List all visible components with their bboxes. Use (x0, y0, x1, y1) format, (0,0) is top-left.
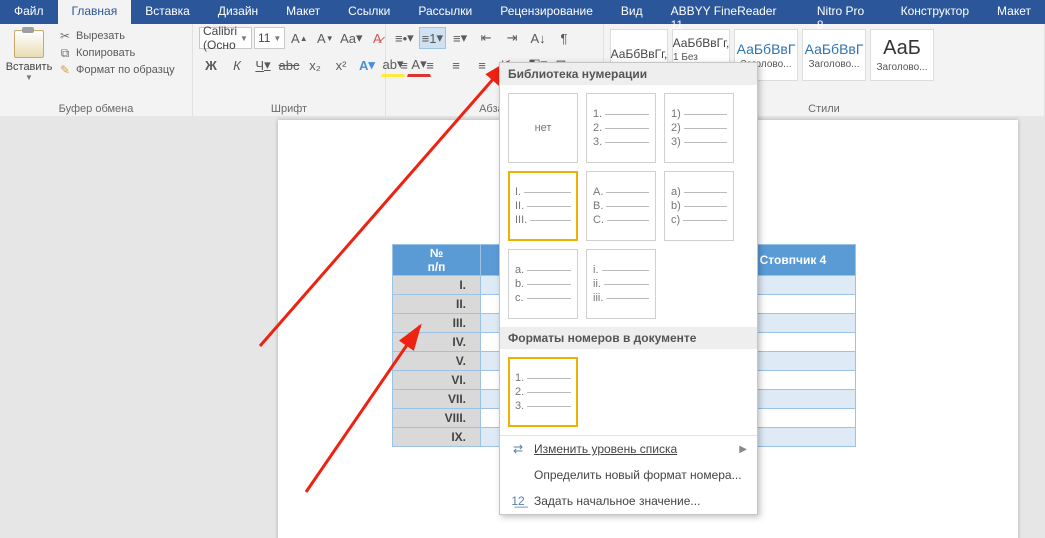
numbering-option[interactable]: 1)2)3) (664, 93, 734, 163)
tab-file[interactable]: Файл (0, 0, 58, 24)
numbering-option-doc[interactable]: 1.2.3. (508, 357, 578, 427)
table-cell-num[interactable]: IX. (393, 428, 481, 447)
tab-layout[interactable]: Макет (272, 0, 334, 24)
tab-construct[interactable]: Конструктор (887, 0, 983, 24)
group-label-font: Шрифт (199, 101, 379, 115)
tab-insert[interactable]: Вставка (131, 0, 204, 24)
cut-button[interactable]: ✂Вырезать (58, 29, 175, 43)
tab-refs[interactable]: Ссылки (334, 0, 404, 24)
table-cell-num[interactable]: VII. (393, 390, 481, 409)
tab-abbyy[interactable]: ABBYY FineReader 11 (657, 0, 803, 24)
align-center-button[interactable]: ≡ (418, 54, 442, 76)
subscript-button[interactable]: x₂ (303, 54, 327, 76)
tab-nitro[interactable]: Nitro Pro 8 (803, 0, 887, 24)
dd-section-library: Библиотека нумерации (500, 63, 757, 85)
dd-set-start[interactable]: 1̲2̲Задать начальное значение... (500, 488, 757, 514)
numbering-option[interactable]: A.B.C. (586, 171, 656, 241)
font-size-combo[interactable]: 11▼ (254, 27, 285, 49)
bullets-button[interactable]: ≡•▾ (392, 27, 417, 49)
table-cell-num[interactable]: I. (393, 276, 481, 295)
format-painter-button[interactable]: ✎Формат по образцу (58, 63, 175, 77)
justify-button[interactable]: ≡ (470, 54, 494, 76)
dd-define-format[interactable]: Определить новый формат номера... (500, 462, 757, 488)
dd-section-docfmt: Форматы номеров в документе (500, 327, 757, 349)
copy-button[interactable]: ⧉Копировать (58, 46, 175, 60)
table-cell-num[interactable]: VIII. (393, 409, 481, 428)
group-label-clipboard: Буфер обмена (6, 101, 186, 115)
align-left-button[interactable]: ≡ (392, 54, 416, 76)
dd-library-grid: нет 1.2.3.1)2)3) I.II.III.A.B.C.a)b)c) a.b… (500, 85, 757, 327)
list-level-icon: ⇄ (510, 442, 526, 456)
style-h2[interactable]: АаБбВвГЗаголово... (802, 29, 866, 81)
group-font: Calibri (Осно▼ 11▼ A▲ A▼ Aa▾ A̷ Ж К Ч▾ a… (193, 24, 386, 116)
tab-review[interactable]: Рецензирование (486, 0, 607, 24)
style-title[interactable]: АаБЗаголово... (870, 29, 934, 81)
underline-button[interactable]: Ч▾ (251, 54, 275, 76)
tab-view[interactable]: Вид (607, 0, 657, 24)
tab-home[interactable]: Главная (58, 0, 132, 24)
italic-button[interactable]: К (225, 54, 249, 76)
numbering-option[interactable]: a)b)c) (664, 171, 734, 241)
decrease-indent-button[interactable]: ⇤ (474, 27, 498, 49)
tab-mail[interactable]: Рассылки (404, 0, 486, 24)
strike-button[interactable]: abc (277, 54, 301, 76)
align-right-button[interactable]: ≡ (444, 54, 468, 76)
table-cell-num[interactable]: IV. (393, 333, 481, 352)
text-effects-button[interactable]: A▾ (355, 54, 379, 76)
numbering-option[interactable]: i.ii.iii. (586, 249, 656, 319)
start-value-icon: 1̲2̲ (510, 494, 526, 508)
numbering-option[interactable]: I.II.III. (508, 171, 578, 241)
brush-icon: ✎ (58, 63, 72, 77)
show-marks-button[interactable]: ¶ (552, 27, 576, 49)
copy-icon: ⧉ (58, 46, 72, 60)
group-clipboard: Вставить ▼ ✂Вырезать ⧉Копировать ✎Формат… (0, 24, 193, 116)
change-case-button[interactable]: Aa▾ (339, 27, 363, 49)
sort-button[interactable]: A↓ (526, 27, 550, 49)
tab-layout2[interactable]: Макет (983, 0, 1045, 24)
table-cell-num[interactable]: V. (393, 352, 481, 371)
th-num: № п/п (393, 245, 481, 276)
numbering-option[interactable]: a.b.c. (508, 249, 578, 319)
ribbon-tabs: Файл Главная Вставка Дизайн Макет Ссылки… (0, 0, 1045, 24)
grow-font-button[interactable]: A▲ (287, 27, 311, 49)
multilevel-button[interactable]: ≡▾ (448, 27, 472, 49)
increase-indent-button[interactable]: ⇥ (500, 27, 524, 49)
superscript-button[interactable]: x² (329, 54, 353, 76)
font-name-combo[interactable]: Calibri (Осно▼ (199, 27, 252, 49)
scissors-icon: ✂ (58, 29, 72, 43)
numbering-option[interactable]: 1.2.3. (586, 93, 656, 163)
table-cell-num[interactable]: VI. (393, 371, 481, 390)
numbering-dropdown: Библиотека нумерации нет 1.2.3.1)2)3)I.I… (499, 62, 758, 515)
table-cell-num[interactable]: II. (393, 295, 481, 314)
tab-design[interactable]: Дизайн (204, 0, 272, 24)
paste-button[interactable]: Вставить ▼ (6, 27, 52, 82)
numbering-button[interactable]: ≡1▾ (419, 27, 446, 49)
paste-icon (14, 30, 44, 58)
bold-button[interactable]: Ж (199, 54, 223, 76)
numbering-option-none[interactable]: нет (508, 93, 578, 163)
table-cell-num[interactable]: III. (393, 314, 481, 333)
dd-change-level[interactable]: ⇄Изменить уровень списка▶ (500, 436, 757, 462)
shrink-font-button[interactable]: A▼ (313, 27, 337, 49)
